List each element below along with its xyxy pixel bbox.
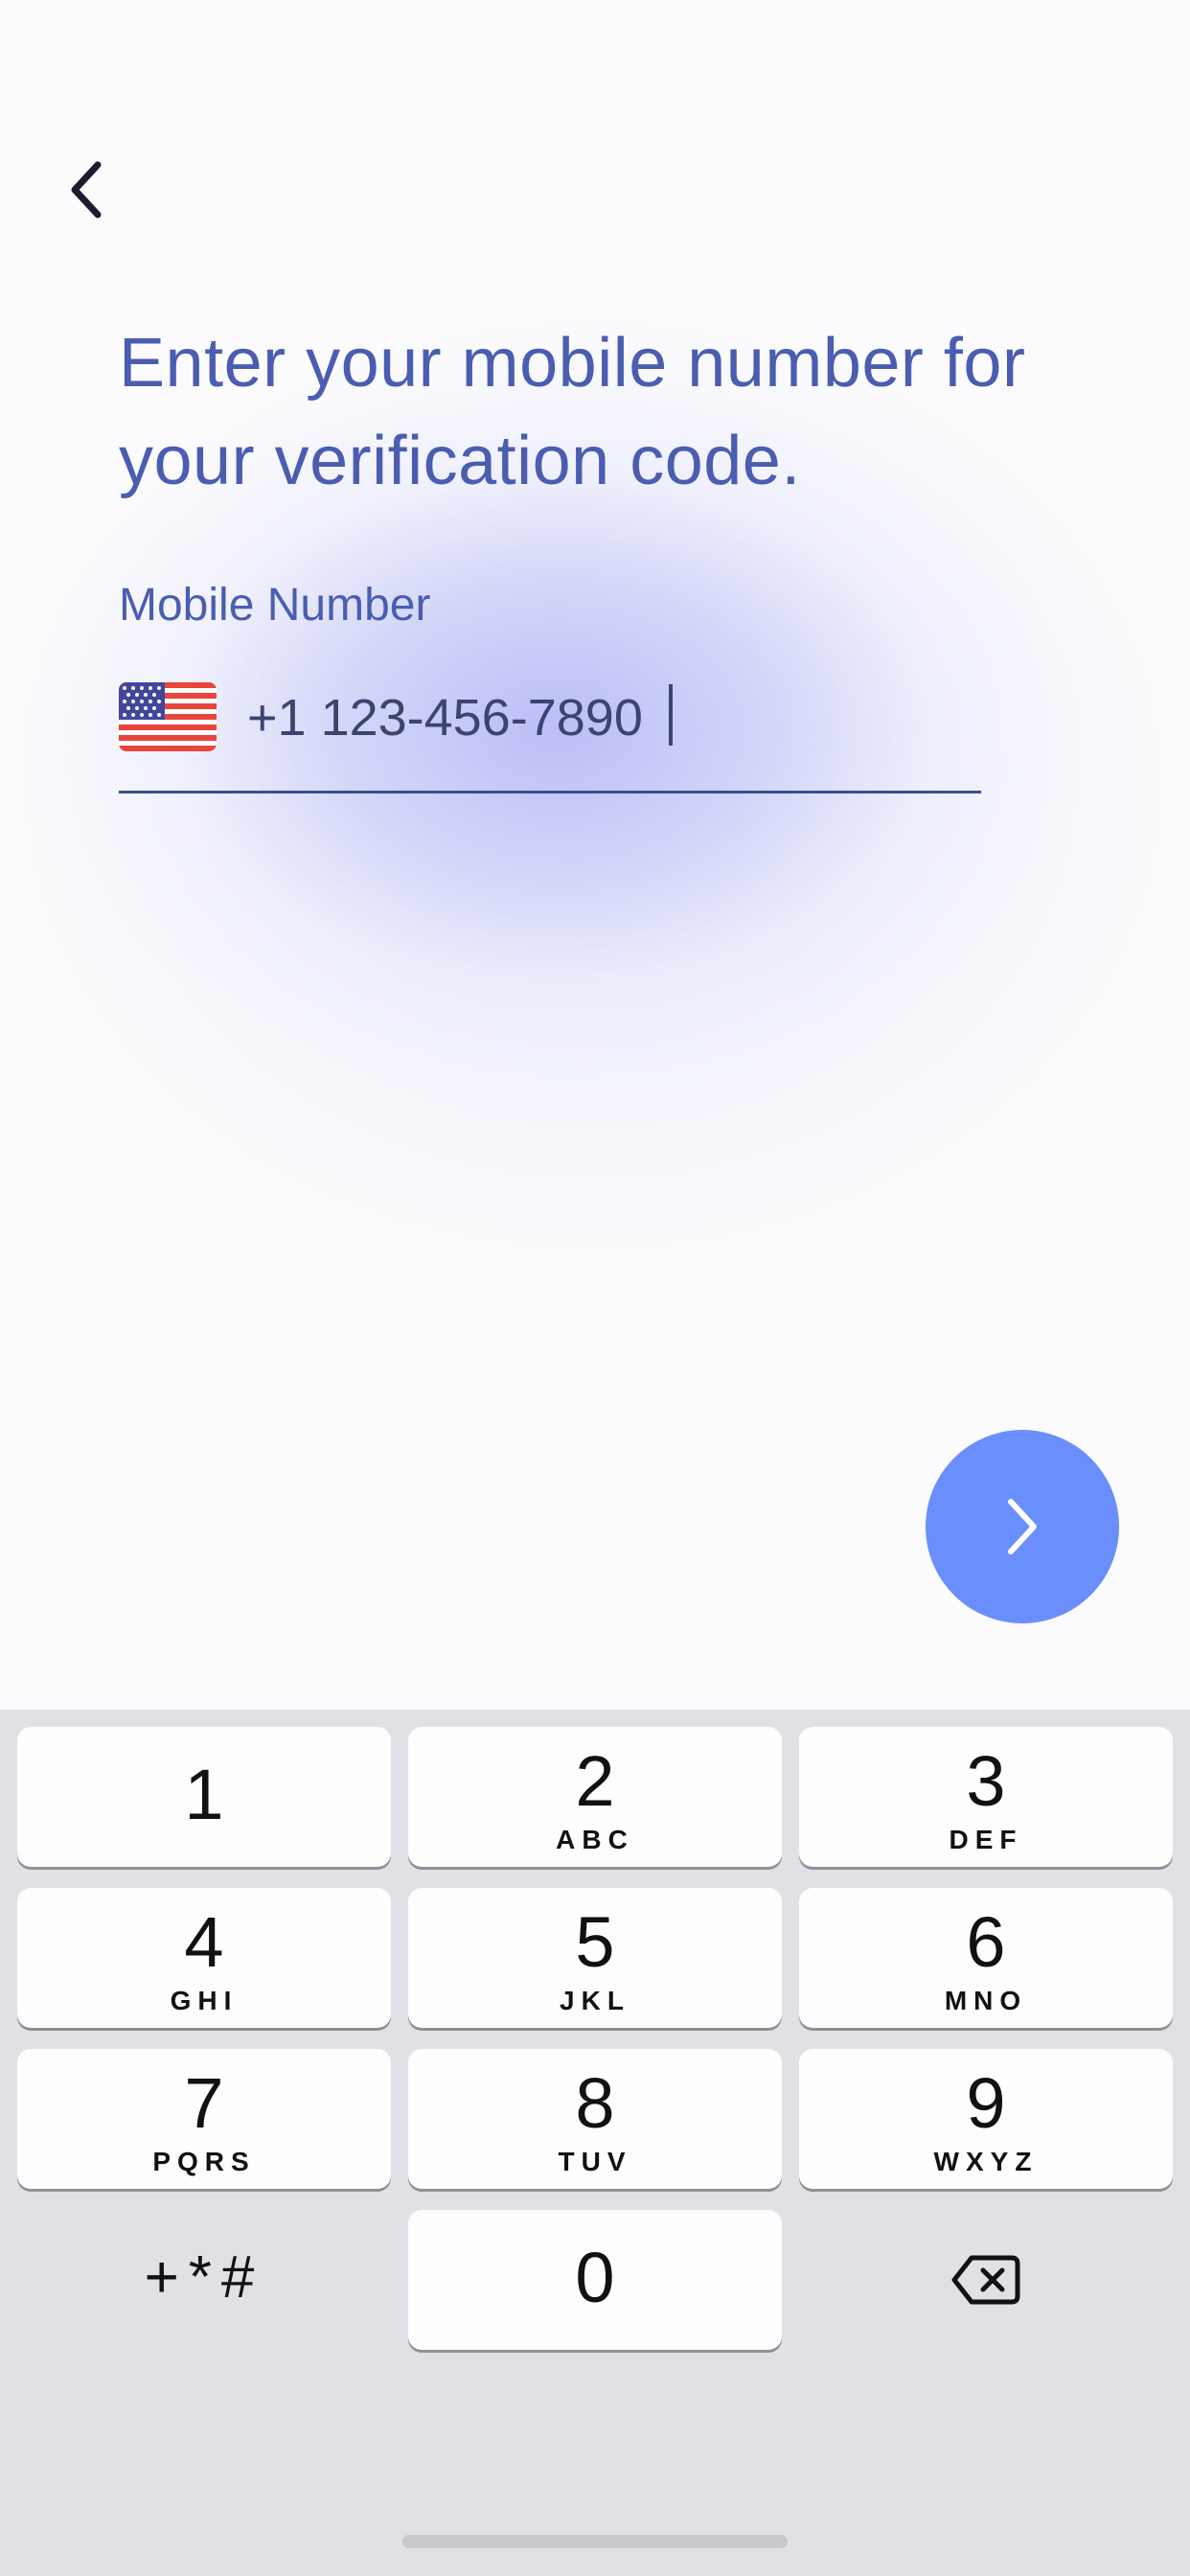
chevron-right-icon <box>1008 1499 1037 1554</box>
delete-key[interactable] <box>799 2210 1173 2350</box>
key-digit: 3 <box>966 1741 1006 1821</box>
phone-number-value[interactable]: +1 123-456-7890 <box>247 688 643 748</box>
key-letters: DEF <box>949 1825 1023 1854</box>
key-letters: TUV <box>558 2147 632 2176</box>
phone-input-field[interactable]: +1 123-456-7890 <box>119 671 981 794</box>
key-digit: 5 <box>575 1902 615 1982</box>
chevron-left-icon <box>71 161 102 218</box>
verification-screen: Enter your mobile number for your verifi… <box>0 0 1190 1710</box>
key-2[interactable]: 2 ABC <box>408 1727 782 1867</box>
symbols-key[interactable]: +*# <box>17 2210 391 2350</box>
key-digit: 6 <box>966 1902 1006 1982</box>
key-digit: 7 <box>184 2063 224 2143</box>
key-digit: 8 <box>575 2063 615 2143</box>
key-0[interactable]: 0 <box>408 2210 782 2350</box>
key-1[interactable]: 1 <box>17 1727 391 1867</box>
next-button[interactable] <box>926 1430 1119 1623</box>
key-digit: 4 <box>184 1902 224 1982</box>
key-letters: GHI <box>170 1986 239 2015</box>
key-digit: 2 <box>575 1741 615 1821</box>
key-letters: WXYZ <box>933 2147 1039 2176</box>
key-letters: ABC <box>556 1825 634 1854</box>
key-4[interactable]: 4 GHI <box>17 1888 391 2028</box>
key-7[interactable]: 7 PQRS <box>17 2049 391 2189</box>
key-letters: JKL <box>560 1986 630 2015</box>
key-5[interactable]: 5 JKL <box>408 1888 782 2028</box>
key-9[interactable]: 9 WXYZ <box>799 2049 1173 2189</box>
key-digit: 1 <box>184 1755 224 1834</box>
back-button[interactable] <box>57 153 115 226</box>
page-title: Enter your mobile number for your verifi… <box>119 325 1026 499</box>
backspace-icon <box>951 2255 1020 2305</box>
key-3[interactable]: 3 DEF <box>799 1727 1173 1867</box>
key-digit: 0 <box>575 2238 615 2317</box>
numeric-keypad: 1 2 ABC 3 DEF 4 GHI 5 JKL 6 MNO 7 PQRS 8… <box>0 1710 1190 2576</box>
us-flag-icon[interactable] <box>119 682 217 751</box>
key-letters: PQRS <box>152 2147 256 2176</box>
key-6[interactable]: 6 MNO <box>799 1888 1173 2028</box>
key-letters: MNO <box>944 1986 1028 2015</box>
text-cursor <box>669 684 673 746</box>
key-8[interactable]: 8 TUV <box>408 2049 782 2189</box>
symbols-label: +*# <box>144 2244 264 2311</box>
mobile-number-label: Mobile Number <box>119 580 431 631</box>
home-indicator[interactable] <box>402 2535 788 2548</box>
key-digit: 9 <box>966 2063 1006 2143</box>
